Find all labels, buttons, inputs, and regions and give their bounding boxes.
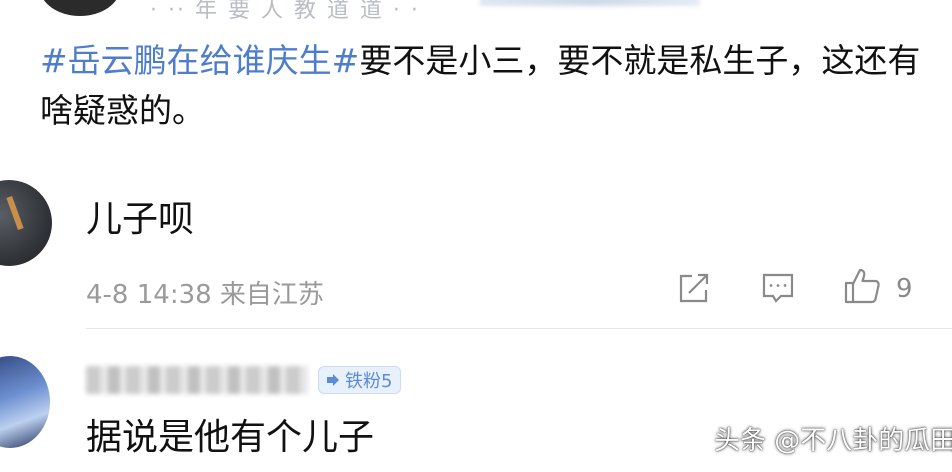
comment-meta: 4-8 14:38 来自江苏 bbox=[86, 280, 324, 310]
share-icon[interactable] bbox=[676, 270, 712, 306]
avatar[interactable] bbox=[40, 0, 120, 16]
hashtag-link[interactable]: #岳云鹏在给谁庆生# bbox=[40, 41, 359, 80]
comment-text: 据说是他有个儿子 bbox=[86, 417, 375, 458]
badge-label: 铁粉5 bbox=[345, 371, 393, 392]
comment-icon[interactable] bbox=[760, 270, 796, 306]
fan-badge: 铁粉5 bbox=[318, 366, 402, 394]
avatar[interactable] bbox=[0, 180, 52, 266]
blurred-username[interactable] bbox=[86, 366, 308, 394]
thumbs-up-icon[interactable] bbox=[842, 266, 882, 306]
blurred-text bbox=[480, 0, 700, 6]
cut-off-username: · ·· 年 要 人 教 道 道 · · bbox=[150, 0, 420, 23]
like-count: 9 bbox=[896, 274, 913, 304]
post-text: #岳云鹏在给谁庆生#要不是小三，要不就是私生子，这还有啥疑惑的。 bbox=[40, 36, 930, 136]
avatar[interactable] bbox=[0, 356, 50, 448]
divider bbox=[86, 328, 952, 329]
arrow-badge-icon bbox=[327, 374, 339, 386]
comment-text: 儿子呗 bbox=[86, 199, 195, 240]
watermark: 头条 @不八卦的瓜田 bbox=[714, 426, 952, 456]
